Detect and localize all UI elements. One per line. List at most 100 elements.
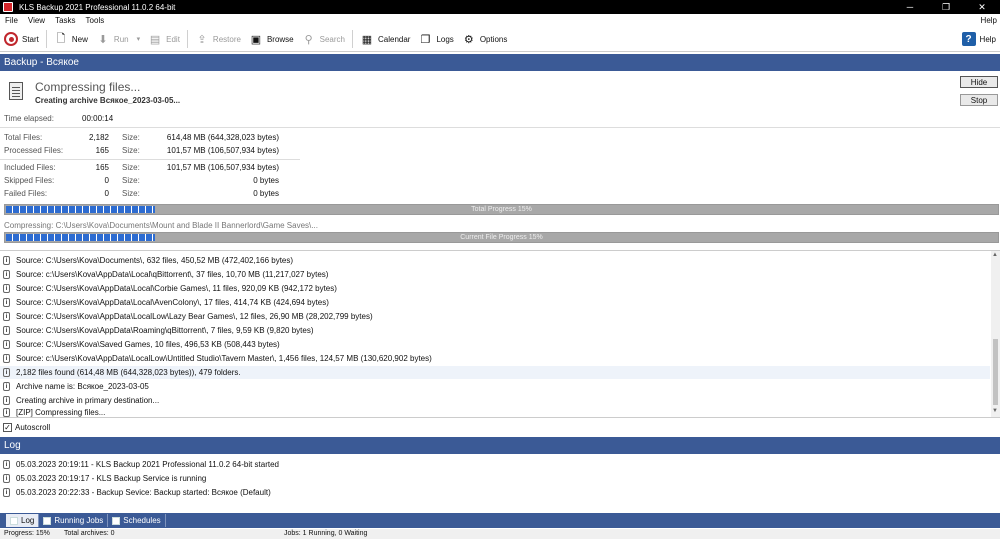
list-item[interactable]: i Source: C:\Users\Kova\AppData\Roaming\q…	[0, 324, 990, 337]
list-item[interactable]: i Creating archive in primary destination…	[0, 394, 990, 407]
list-item[interactable]: i Source: C:\Users\Kova\AppData\LocalLow\…	[0, 310, 990, 323]
help-button[interactable]: ? Help	[958, 28, 1000, 50]
status-title: Compressing files...	[35, 80, 141, 94]
stat-label: Included Files:	[4, 163, 56, 172]
total-progress-bar: Total Progress 15%	[4, 204, 999, 215]
list-item[interactable]: i Source: c:\Users\Kova\AppData\LocalLow\…	[0, 352, 990, 365]
stat-size: 101,57 MB (106,507,934 bytes)	[166, 163, 279, 172]
gear-icon: ⚙	[463, 33, 474, 46]
info-icon: i	[3, 284, 10, 293]
minimize-button[interactable]: ─	[892, 0, 928, 14]
info-icon: i	[3, 368, 10, 377]
list-item[interactable]: i Source: C:\Users\Kova\AppData\Local\Ave…	[0, 296, 990, 309]
scrollbar-thumb[interactable]	[993, 339, 998, 405]
toolbar: Start 🗋 New ⬇ Run ▾ ▤ Edit ⇪ Restore ▣ Browse …	[0, 27, 1000, 52]
toolbar-separator	[186, 30, 188, 48]
autoscroll-checkbox[interactable]: ✓ Autoscroll	[3, 421, 50, 433]
stat-count: 0	[104, 189, 109, 198]
size-label: Size:	[122, 189, 140, 198]
close-button[interactable]: ✕	[964, 0, 1000, 14]
list-item[interactable]: i Source: c:\Users\Kova\AppData\Local\qBi…	[0, 268, 990, 281]
stat-count: 0	[104, 176, 109, 185]
log-icon	[10, 516, 18, 525]
list-item[interactable]: i 05.03.2023 20:19:17 - KLS Backup Servic…	[0, 472, 990, 485]
list-item[interactable]: i 05.03.2023 20:22:33 - Backup Sevice: Ba…	[0, 486, 990, 499]
info-icon: i	[3, 298, 10, 307]
restore-icon: ⇪	[197, 33, 207, 46]
hide-button[interactable]: Hide	[960, 76, 998, 88]
elapsed-label: Time elapsed:	[4, 114, 54, 123]
backup-header: Backup - Всякое	[0, 54, 1000, 71]
log-list[interactable]: i 05.03.2023 20:19:11 - KLS Backup 2021 P…	[0, 455, 1000, 511]
maximize-button[interactable]: ❐	[928, 0, 964, 14]
tab-log[interactable]: Log	[6, 514, 40, 527]
log-header: Log	[0, 437, 1000, 454]
stat-label: Processed Files:	[4, 146, 64, 155]
list-item[interactable]: i 2,182 files found (614,48 MB (644,328,0…	[0, 366, 990, 379]
tab-running-jobs[interactable]: Running Jobs	[39, 514, 109, 527]
restore-button[interactable]: ⇪ Restore	[191, 28, 245, 50]
scroll-down-icon[interactable]: ▼	[992, 408, 998, 414]
list-item[interactable]: i Source: C:\Users\Kova\Documents\, 632 f…	[0, 254, 990, 267]
edit-button[interactable]: ▤ Edit	[144, 28, 184, 50]
stat-label: Skipped Files:	[4, 176, 55, 185]
document-icon	[9, 82, 23, 100]
browse-button[interactable]: ▣ Browse	[245, 28, 298, 50]
size-label: Size:	[122, 176, 140, 185]
stat-row-failed: Failed Files: 0 Size: 0 bytes	[0, 188, 290, 200]
list-item[interactable]: i [ZIP] Compressing files...	[0, 408, 990, 417]
stat-row-total: Total Files: 2,182 Size: 614,48 MB (644,…	[0, 132, 290, 144]
help-icon: ?	[961, 32, 976, 46]
size-label: Size:	[122, 163, 140, 172]
stat-size: 0 bytes	[253, 176, 279, 185]
run-dropdown-icon[interactable]: ▾	[137, 35, 141, 43]
info-icon: i	[3, 340, 10, 349]
size-label: Size:	[122, 146, 140, 155]
logs-button[interactable]: ❐ Logs	[414, 28, 457, 50]
info-icon: i	[3, 460, 10, 469]
list-item[interactable]: i 05.03.2023 20:19:11 - KLS Backup 2021 P…	[0, 458, 990, 471]
info-icon: i	[3, 382, 10, 391]
menu-view[interactable]: View	[23, 16, 50, 25]
tab-schedules[interactable]: Schedules	[108, 514, 166, 527]
menu-file[interactable]: File	[0, 16, 23, 25]
stat-count: 2,182	[88, 133, 109, 142]
running-jobs-icon	[43, 516, 52, 525]
compressing-path: Compressing: C:\Users\Kova\Documents\Mou…	[4, 221, 318, 230]
info-icon: i	[3, 354, 10, 363]
info-icon: i	[3, 408, 10, 417]
calendar-button[interactable]: ▦ Calendar	[356, 28, 414, 50]
file-progress-bar: Current File Progress 15%	[4, 232, 999, 243]
menu-tasks[interactable]: Tasks	[50, 16, 80, 25]
stop-button[interactable]: Stop	[960, 94, 998, 106]
search-button[interactable]: ⚲ Search	[298, 28, 349, 50]
elapsed-value: 00:00:14	[82, 114, 114, 123]
search-icon: ⚲	[304, 33, 313, 46]
list-item[interactable]: i Source: C:\Users\Kova\AppData\Local\Cor…	[0, 282, 990, 295]
stat-label: Failed Files:	[4, 189, 48, 198]
options-button[interactable]: ⚙ Options	[458, 28, 512, 50]
message-list[interactable]: i Source: C:\Users\Kova\Documents\, 632 f…	[0, 250, 1000, 418]
stat-row-skipped: Skipped Files: 0 Size: 0 bytes	[0, 175, 290, 187]
status-bar: Progress: 15% Total archives: 0 Jobs: 1 …	[0, 529, 1000, 539]
list-item[interactable]: i Source: C:\Users\Kova\Saved Games, 10 f…	[0, 338, 990, 351]
window-title: KLS Backup 2021 Professional 11.0.2 64-b…	[19, 2, 176, 12]
status-archives: Total archives: 0	[64, 530, 115, 537]
new-button[interactable]: 🗋 New	[50, 28, 92, 50]
browse-icon: ▣	[250, 33, 262, 46]
start-button[interactable]: Start	[0, 28, 43, 50]
divider	[0, 127, 1000, 128]
menu-tools[interactable]: Tools	[81, 16, 110, 25]
menu-help[interactable]: Help	[976, 16, 1000, 25]
run-button[interactable]: ⬇ Run ▾	[92, 28, 144, 50]
scroll-up-icon[interactable]: ▲	[992, 252, 998, 258]
toolbar-separator	[45, 30, 47, 48]
stat-count: 165	[95, 146, 109, 155]
status-progress: Progress: 15%	[4, 530, 50, 537]
divider	[0, 159, 300, 160]
list-item[interactable]: i Archive name is: Всякое_2023-03-05	[0, 380, 990, 393]
stat-size: 0 bytes	[253, 189, 279, 198]
stat-size: 614,48 MB (644,328,023 bytes)	[166, 133, 279, 142]
bottom-tabs: Log Running Jobs Schedules	[0, 513, 1000, 528]
message-scrollbar[interactable]: ▲ ▼	[991, 251, 1000, 417]
